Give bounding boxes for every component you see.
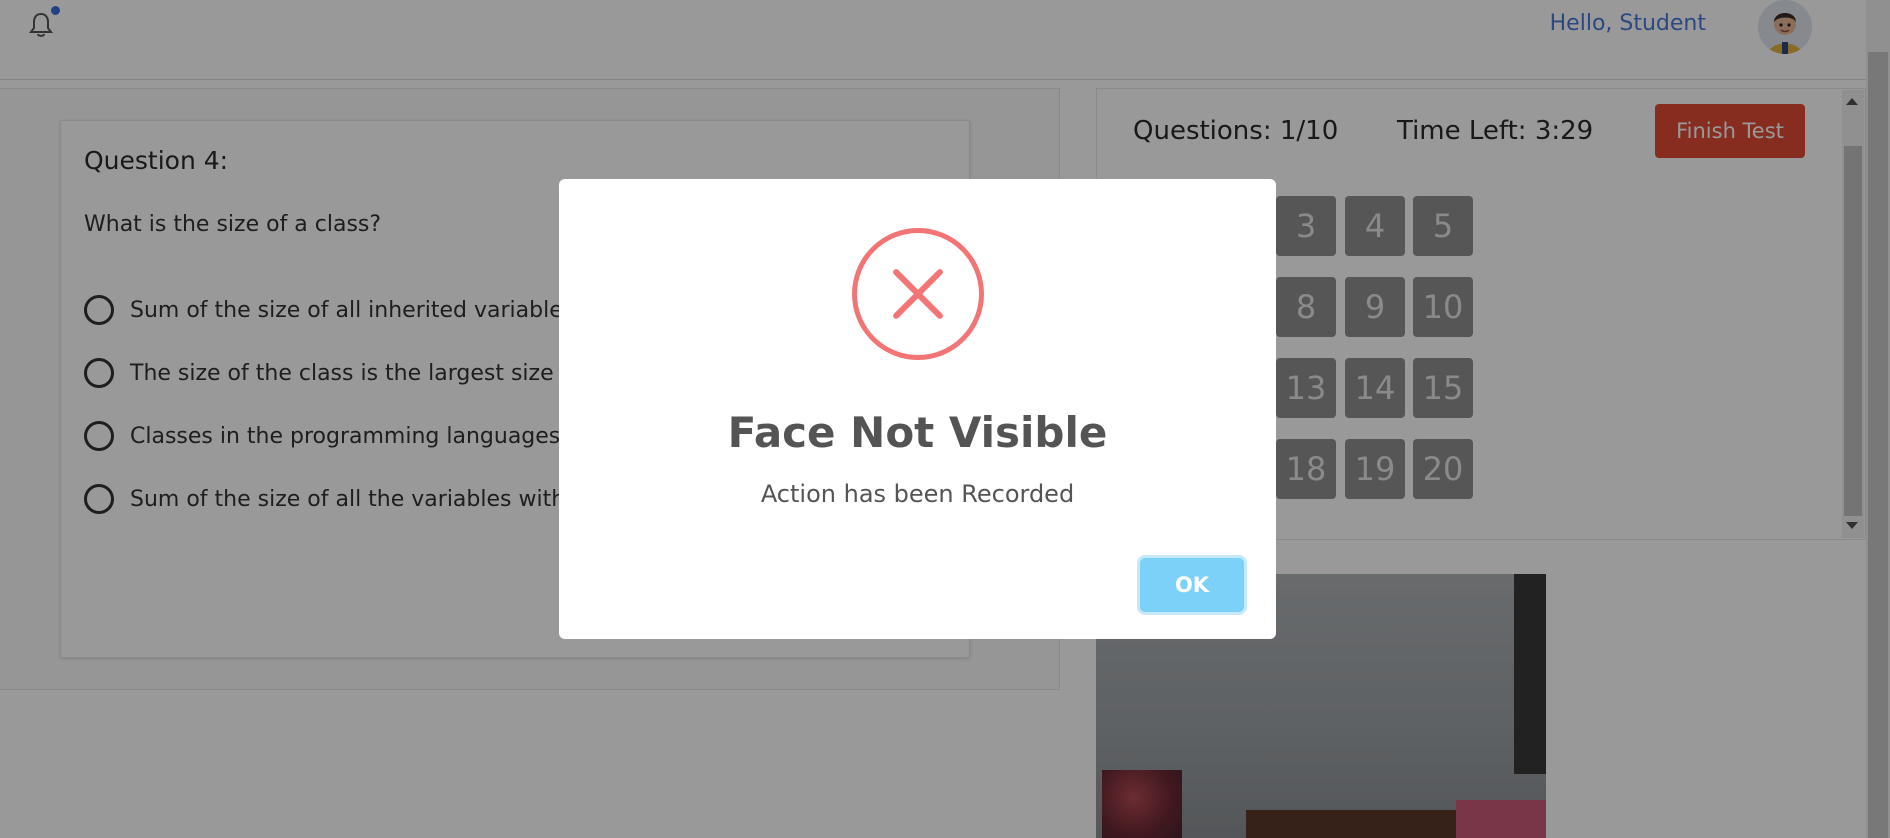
alert-message: Action has been Recorded: [760, 480, 1075, 508]
ok-button[interactable]: OK: [1140, 558, 1244, 612]
alert-title: Face Not Visible: [727, 408, 1108, 457]
error-x-icon: [852, 228, 984, 360]
